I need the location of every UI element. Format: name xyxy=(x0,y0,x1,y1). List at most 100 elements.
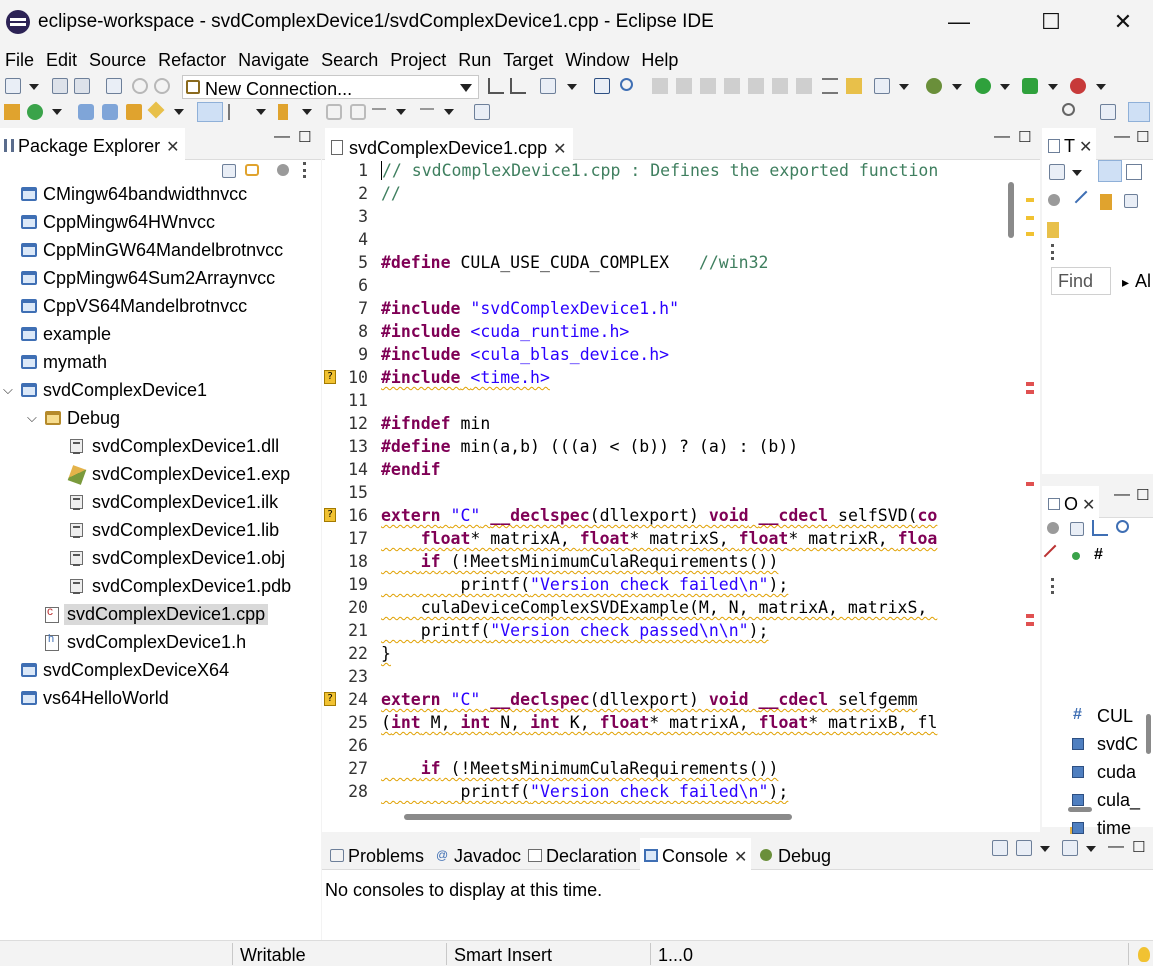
list-icon[interactable] xyxy=(822,78,838,94)
tab-javadoc[interactable]: @ Javadoc xyxy=(432,838,525,870)
close-icon[interactable]: ✕ xyxy=(553,139,566,159)
debug-bug-icon[interactable] xyxy=(926,78,942,94)
maximize-editor-icon[interactable]: ☐ xyxy=(1018,128,1031,146)
tab-task-list[interactable]: T ✕ xyxy=(1042,128,1097,160)
all-filter-label[interactable]: Al xyxy=(1122,271,1151,292)
hide-static-icon[interactable] xyxy=(1043,544,1067,568)
save-all-icon[interactable] xyxy=(74,78,90,94)
code-line[interactable]: 22} xyxy=(322,643,998,666)
warning-mark[interactable] xyxy=(1026,198,1034,202)
close-icon[interactable]: ✕ xyxy=(166,137,179,157)
menu-refactor[interactable]: Refactor xyxy=(153,44,233,74)
open-element-icon[interactable] xyxy=(78,104,94,120)
menu-source[interactable]: Source xyxy=(84,44,153,74)
code-text-area[interactable]: 1 // svdComplexDevice1.cpp : Defines the … xyxy=(322,160,998,804)
code-line[interactable]: 11 xyxy=(322,390,998,413)
menu-file[interactable]: File xyxy=(0,44,41,74)
hide-macros-icon[interactable]: # xyxy=(1094,547,1110,564)
coverage-dropdown-icon[interactable] xyxy=(1048,84,1058,90)
hide-completed-icon[interactable] xyxy=(1074,190,1098,214)
chevron-down-icon[interactable] xyxy=(460,84,472,92)
next-annotation-dropdown-icon[interactable] xyxy=(302,109,312,115)
warning-marker-icon[interactable]: ? xyxy=(324,370,336,384)
outline-vertical-scrollbar[interactable] xyxy=(1146,714,1151,754)
tab-package-explorer[interactable]: Package Explorer ✕ xyxy=(0,128,186,160)
maximize-view-icon[interactable]: ☐ xyxy=(1136,486,1149,504)
next-annotation-icon[interactable] xyxy=(278,104,288,120)
tree-item[interactable]: CMingw64bandwidthnvcc xyxy=(0,180,321,208)
search-file-icon[interactable] xyxy=(102,104,118,120)
external-tools-icon[interactable] xyxy=(1070,78,1086,94)
open-console-icon[interactable] xyxy=(1062,840,1078,856)
tree-item[interactable]: vs64HelloWorld xyxy=(0,684,321,712)
code-line[interactable]: 21 printf("Version check passed\n\n"); xyxy=(322,620,998,643)
close-icon[interactable]: ✕ xyxy=(1082,495,1095,515)
maximize-view-icon[interactable]: ☐ xyxy=(298,128,311,146)
run-icon[interactable] xyxy=(975,78,991,94)
tree-item[interactable]: mymath xyxy=(0,348,321,376)
warning-marker-icon[interactable]: ? xyxy=(324,692,336,706)
menu-target[interactable]: Target xyxy=(498,44,560,74)
horizontal-scrollbar[interactable] xyxy=(404,814,792,820)
tab-debug[interactable]: Debug xyxy=(756,838,835,870)
tree-item[interactable]: svdComplexDevice1.cpp xyxy=(0,600,321,628)
cpp-perspective-icon[interactable] xyxy=(1128,102,1150,122)
minimize-editor-icon[interactable]: — xyxy=(994,128,1010,146)
close-icon[interactable]: ✕ xyxy=(1079,137,1092,157)
view-menu-icon[interactable] xyxy=(303,162,307,178)
external-tools-dropdown-icon[interactable] xyxy=(1096,84,1106,90)
open-task-icon[interactable] xyxy=(126,104,142,120)
filter-icon[interactable] xyxy=(1048,194,1060,206)
warning-mark[interactable] xyxy=(1026,232,1034,236)
console-options-dropdown-icon[interactable] xyxy=(1040,846,1050,852)
forward-icon[interactable] xyxy=(420,108,434,110)
expand-chevron-icon[interactable]: ⌵ xyxy=(3,382,13,398)
warning-marker-icon[interactable]: ? xyxy=(324,508,336,522)
menu-run[interactable]: Run xyxy=(453,44,498,74)
run-config-icon[interactable] xyxy=(540,78,556,94)
tab-problems[interactable]: Problems xyxy=(326,838,428,870)
outline-horizontal-scrollbar[interactable] xyxy=(1068,807,1092,812)
close-icon[interactable]: ✕ xyxy=(734,847,747,867)
open-perspective-icon[interactable] xyxy=(1100,104,1116,120)
tree-item[interactable]: svdComplexDevice1.lib xyxy=(0,516,321,544)
disconnect-icon[interactable] xyxy=(510,78,526,94)
display-console-icon[interactable] xyxy=(992,840,1008,856)
code-line[interactable]: 27 if (!MeetsMinimumCulaRequirements()) xyxy=(322,758,998,781)
hide-non-public-icon[interactable] xyxy=(1072,552,1080,560)
text-cursor-icon[interactable] xyxy=(228,104,244,120)
tab-outline[interactable]: O ✕ xyxy=(1042,486,1100,518)
toggle-mark-occurrences-icon[interactable] xyxy=(197,102,223,122)
terminal-icon[interactable] xyxy=(874,78,890,94)
new-class-icon[interactable] xyxy=(27,104,43,120)
code-line[interactable]: 19 printf("Version check failed\n"); xyxy=(322,574,998,597)
code-line[interactable]: 8 #include <cuda_runtime.h> xyxy=(322,321,998,344)
code-line[interactable]: 7 #include "svdComplexDevice1.h" xyxy=(322,298,998,321)
warning-mark[interactable] xyxy=(1026,216,1034,220)
code-line[interactable]: 2 // xyxy=(322,183,998,206)
tab-editor-file[interactable]: svdComplexDevice1.cpp ✕ xyxy=(325,128,573,160)
minimize-button[interactable]: — xyxy=(944,8,974,36)
code-line[interactable]: 4 xyxy=(322,229,998,252)
pen-dropdown-icon[interactable] xyxy=(174,109,184,115)
menu-navigate[interactable]: Navigate xyxy=(233,44,316,74)
redo-icon[interactable] xyxy=(154,78,170,94)
connect-icon[interactable] xyxy=(488,78,504,94)
open-console-dropdown-icon[interactable] xyxy=(1086,846,1096,852)
tree-item[interactable]: CppMingw64HWnvcc xyxy=(0,208,321,236)
view-menu-icon[interactable] xyxy=(1051,244,1055,260)
code-line[interactable]: 5 #define CULA_USE_CUDA_COMPLEX //win32 xyxy=(322,252,998,275)
tree-item[interactable]: svdComplexDevice1.pdb xyxy=(0,572,321,600)
sort-icon[interactable] xyxy=(1092,520,1108,536)
code-line[interactable]: 12 #ifndef min xyxy=(322,413,998,436)
code-line[interactable]: 15 xyxy=(322,482,998,505)
tree-item[interactable]: svdComplexDeviceX64 xyxy=(0,656,321,684)
search-debug-icon[interactable] xyxy=(620,78,633,91)
run-dropdown-icon[interactable] xyxy=(1000,84,1010,90)
minimize-view-icon[interactable]: — xyxy=(1108,838,1124,856)
menu-help[interactable]: Help xyxy=(636,44,685,74)
tree-item[interactable]: CppVS64Mandelbrotnvcc xyxy=(0,292,321,320)
new-file-icon[interactable] xyxy=(5,78,21,94)
filter-icon[interactable] xyxy=(1047,522,1059,534)
menu-window[interactable]: Window xyxy=(560,44,636,74)
